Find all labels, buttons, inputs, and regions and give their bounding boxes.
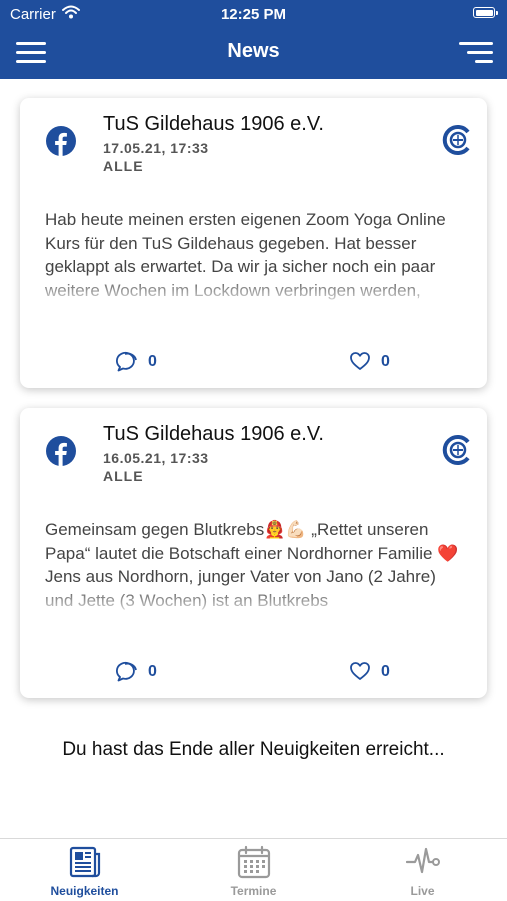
tab-label: Termine [230,884,277,898]
newspaper-icon [69,846,101,878]
end-of-feed-message: Du hast das Ende aller Neuigkeiten errei… [62,739,445,760]
facebook-icon [46,436,76,466]
filter-button[interactable] [459,42,493,63]
filter-icon [459,42,493,45]
comment-icon [116,661,137,682]
news-card[interactable]: TuS Gildehaus 1906 e.V. 16.05.21, 17:33 … [20,408,487,698]
status-bar: Carrier 12:25 PM [0,0,507,28]
tab-live[interactable]: Live [338,839,507,901]
heart-icon [350,352,370,370]
comment-count: 0 [148,663,157,680]
post-text: Hab heute meinen ersten eigenen Zoom Yog… [45,210,446,300]
comment-count: 0 [148,353,157,370]
like-count: 0 [381,353,390,370]
facebook-icon [46,126,76,156]
like-count: 0 [381,663,390,680]
news-card[interactable]: TuS Gildehaus 1906 e.V. 17.05.21, 17:33 … [20,98,487,388]
tab-label: Neuigkeiten [50,884,119,898]
post-date: 16.05.21, 17:33 [103,450,209,466]
heart-icon [350,662,370,680]
club-logo-icon [442,435,470,465]
battery-icon [473,7,498,18]
page-title: News [227,40,280,62]
post-category: ALLE [103,468,144,484]
post-author: TuS Gildehaus 1906 e.V. [103,113,324,135]
clock: 12:25 PM [220,6,287,23]
calendar-icon [237,845,271,879]
tab-termine[interactable]: Termine [169,839,338,901]
post-category: ALLE [103,158,144,174]
tab-neuigkeiten[interactable]: Neuigkeiten [0,839,169,901]
pulse-icon [406,847,440,874]
app-header: Carrier 12:25 PM News [0,0,507,79]
club-logo-icon [442,125,470,155]
post-text: Gemeinsam gegen Blutkrebs👨‍🚒💪🏻 „Rettet u… [45,520,459,610]
comment-icon [116,351,137,372]
post-author: TuS Gildehaus 1906 e.V. [103,423,324,445]
post-date: 17.05.21, 17:33 [103,140,209,156]
tab-bar: Neuigkeiten Termine Live [0,838,507,901]
tab-label: Live [410,884,435,898]
